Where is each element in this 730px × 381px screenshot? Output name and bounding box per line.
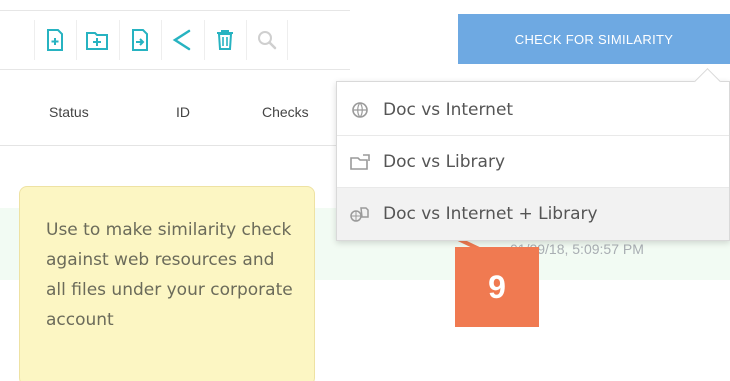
similarity-dropdown-menu: Doc vs Internet Doc vs Library Doc vs In…: [336, 68, 730, 241]
move-document-button[interactable]: [119, 20, 160, 60]
trash-icon: [217, 30, 233, 50]
move-document-icon: [132, 29, 148, 51]
search-icon: [258, 31, 277, 50]
column-header-status[interactable]: Status: [49, 104, 89, 120]
menu-item-label: Doc vs Library: [383, 151, 506, 172]
menu-item-doc-vs-internet[interactable]: Doc vs Internet: [337, 84, 729, 136]
search-button[interactable]: [246, 20, 288, 60]
menu-item-label: Doc vs Internet + Library: [383, 204, 598, 224]
menu-item-doc-vs-internet-library[interactable]: Doc vs Internet + Library: [337, 188, 729, 240]
tooltip-text: Use to make similarity check against web…: [46, 220, 293, 330]
app-root: CHECK FOR SIMILARITY Status ID Checks 01…: [0, 0, 730, 381]
new-folder-icon: [86, 32, 108, 50]
internet-library-icon: [350, 207, 369, 222]
step-number-badge: 9: [455, 247, 539, 327]
toolbar: [0, 10, 350, 70]
globe-icon: [352, 101, 368, 118]
library-folder-icon: [350, 153, 370, 170]
menu-item-label: Doc vs Internet: [383, 99, 514, 120]
new-document-icon: [47, 29, 63, 51]
delete-button[interactable]: [204, 20, 245, 60]
check-for-similarity-button[interactable]: CHECK FOR SIMILARITY: [458, 14, 730, 64]
share-icon: [172, 29, 191, 51]
column-header-checks[interactable]: Checks: [262, 104, 309, 120]
share-button[interactable]: [161, 20, 202, 60]
menu-item-doc-vs-library[interactable]: Doc vs Library: [337, 136, 729, 188]
column-header-id[interactable]: ID: [176, 104, 190, 120]
help-tooltip: Use to make similarity check against web…: [19, 186, 315, 381]
new-document-button[interactable]: [34, 20, 75, 60]
new-folder-button[interactable]: [76, 20, 117, 60]
